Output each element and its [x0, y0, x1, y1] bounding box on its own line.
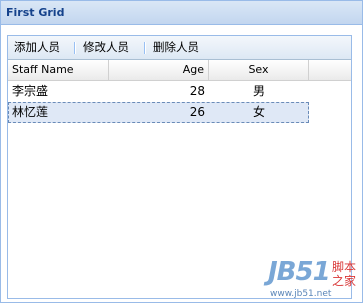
cell-age: 26 [189, 105, 205, 119]
watermark-url: www.jb51.net [270, 289, 332, 299]
add-staff-button[interactable]: 添加人员 [14, 40, 60, 55]
delete-staff-button[interactable]: 删除人员 [153, 40, 199, 55]
panel-header: First Grid [1, 1, 362, 25]
watermark-cn-line2: 之家 [332, 274, 357, 288]
edit-staff-button[interactable]: 修改人员 [83, 40, 129, 55]
toolbar: 添加人员 修改人员 删除人员 [8, 36, 351, 60]
cell-sex: 女 [252, 105, 265, 119]
watermark-logo: JB51 [268, 257, 331, 287]
column-header-staff-name[interactable]: Staff Name [8, 60, 109, 80]
grid-header: Staff Name Age Sex [8, 60, 351, 81]
column-header-sex[interactable]: Sex [209, 60, 309, 80]
cell-age: 28 [189, 84, 205, 98]
toolbar-separator [144, 42, 146, 54]
toolbar-separator [74, 42, 76, 54]
table-row[interactable]: 李宗盛 28 男 [8, 81, 309, 102]
watermark-site-name: 脚本 之家 [332, 260, 356, 288]
cell-staff-name: 林忆莲 [12, 105, 49, 119]
cell-staff-name: 李宗盛 [12, 84, 49, 98]
panel-title: First Grid [6, 6, 65, 19]
watermark-cn-line1: 脚本 [332, 260, 357, 274]
column-header-age[interactable]: Age [109, 60, 209, 80]
table-row-selected[interactable]: 林忆莲 26 女 [8, 102, 309, 123]
cell-sex: 男 [252, 84, 265, 98]
